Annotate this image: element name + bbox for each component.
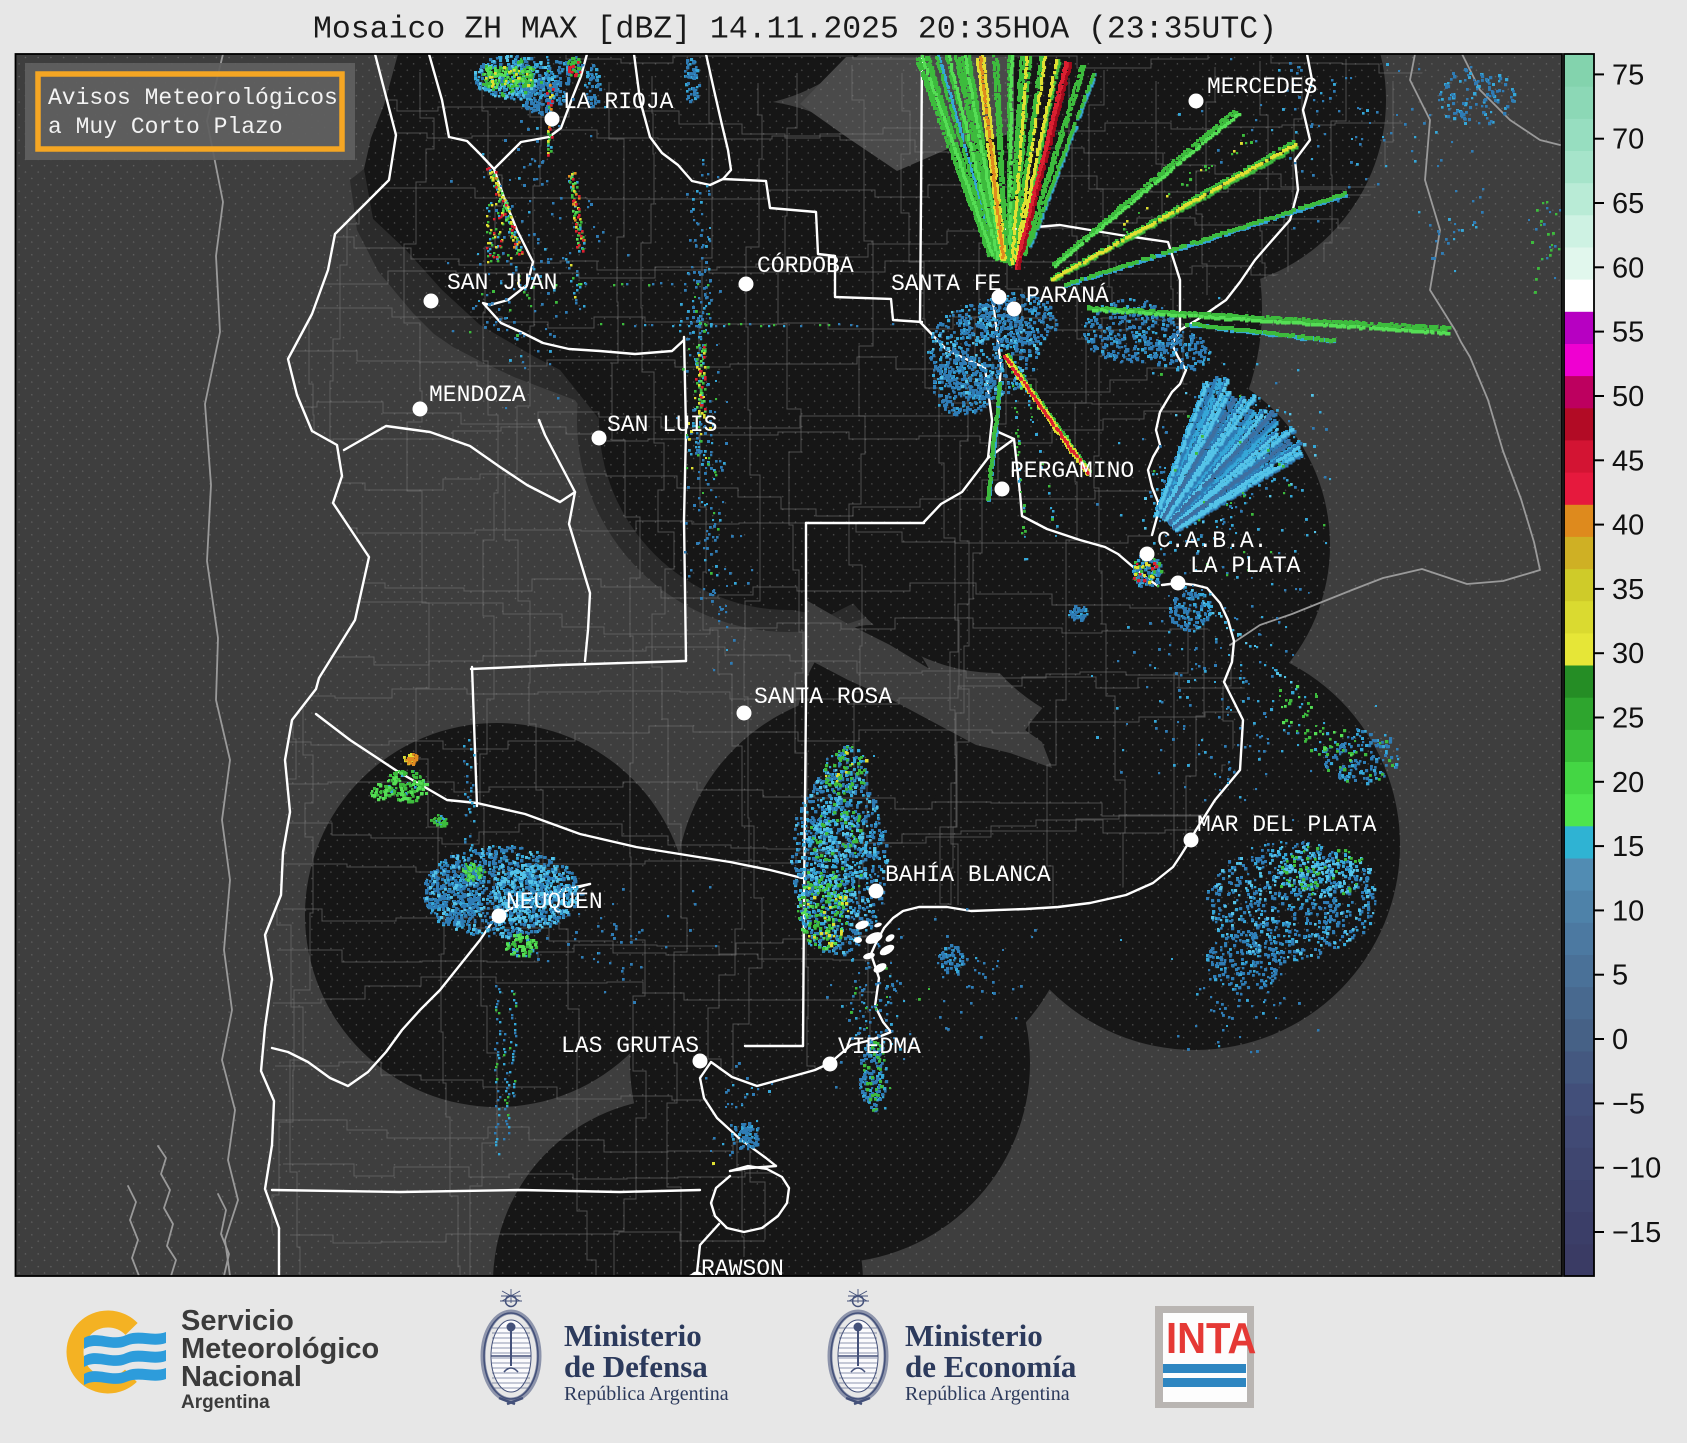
svg-text:de Economía: de Economía (905, 1349, 1077, 1384)
svg-text:MENDOZA: MENDOZA (429, 382, 526, 408)
svg-text:MERCEDES: MERCEDES (1207, 74, 1317, 100)
svg-text:65: 65 (1612, 188, 1644, 220)
svg-text:NEUQUÉN: NEUQUÉN (506, 888, 603, 915)
svg-text:60: 60 (1612, 252, 1644, 284)
svg-text:C.A.B.A.: C.A.B.A. (1157, 528, 1267, 554)
svg-text:0: 0 (1612, 1024, 1628, 1056)
svg-text:Ministerio: Ministerio (905, 1318, 1043, 1353)
svg-text:PARANÁ: PARANÁ (1026, 282, 1109, 309)
svg-text:15: 15 (1612, 831, 1644, 863)
svg-text:25: 25 (1612, 703, 1644, 735)
svg-text:SAN LUIS: SAN LUIS (607, 412, 717, 438)
svg-text:40: 40 (1612, 510, 1644, 542)
svg-text:Avisos Meteorológicos: Avisos Meteorológicos (48, 85, 338, 111)
svg-text:SANTA FE: SANTA FE (891, 271, 1001, 297)
svg-text:−10: −10 (1612, 1153, 1661, 1185)
svg-text:Nacional: Nacional (181, 1361, 302, 1393)
svg-text:BAHÍA BLANCA: BAHÍA BLANCA (885, 861, 1051, 888)
svg-text:55: 55 (1612, 317, 1644, 349)
svg-text:−5: −5 (1612, 1088, 1645, 1120)
svg-text:Ministerio: Ministerio (564, 1318, 702, 1353)
svg-text:República Argentina: República Argentina (905, 1383, 1070, 1405)
svg-text:LAS GRUTAS: LAS GRUTAS (561, 1033, 699, 1059)
svg-text:35: 35 (1612, 574, 1644, 606)
svg-text:10: 10 (1612, 895, 1644, 927)
svg-text:45: 45 (1612, 445, 1644, 477)
svg-text:SAN JUAN: SAN JUAN (447, 270, 557, 296)
svg-text:Mosaico ZH MAX [dBZ] 14.11.202: Mosaico ZH MAX [dBZ] 14.11.2025 20:35HOA… (313, 13, 1277, 48)
svg-text:30: 30 (1612, 638, 1644, 670)
svg-text:LA PLATA: LA PLATA (1190, 553, 1301, 579)
svg-text:CÓRDOBA: CÓRDOBA (757, 251, 854, 279)
svg-text:−15: −15 (1612, 1217, 1661, 1249)
svg-text:75: 75 (1612, 59, 1644, 91)
svg-text:VIEDMA: VIEDMA (838, 1034, 921, 1060)
svg-text:República Argentina: República Argentina (564, 1383, 729, 1405)
svg-text:PERGAMINO: PERGAMINO (1010, 458, 1134, 484)
svg-text:Argentina: Argentina (181, 1392, 270, 1413)
svg-text:de Defensa: de Defensa (564, 1349, 708, 1384)
svg-text:70: 70 (1612, 124, 1644, 156)
svg-text:INTA: INTA (1166, 1314, 1256, 1363)
svg-text:a Muy Corto Plazo: a Muy Corto Plazo (48, 114, 283, 140)
svg-text:50: 50 (1612, 381, 1644, 413)
svg-text:MAR DEL PLATA: MAR DEL PLATA (1197, 812, 1377, 838)
svg-text:LA RIOJA: LA RIOJA (563, 89, 674, 115)
svg-text:20: 20 (1612, 767, 1644, 799)
svg-text:SANTA ROSA: SANTA ROSA (754, 684, 892, 710)
svg-text:5: 5 (1612, 960, 1628, 992)
